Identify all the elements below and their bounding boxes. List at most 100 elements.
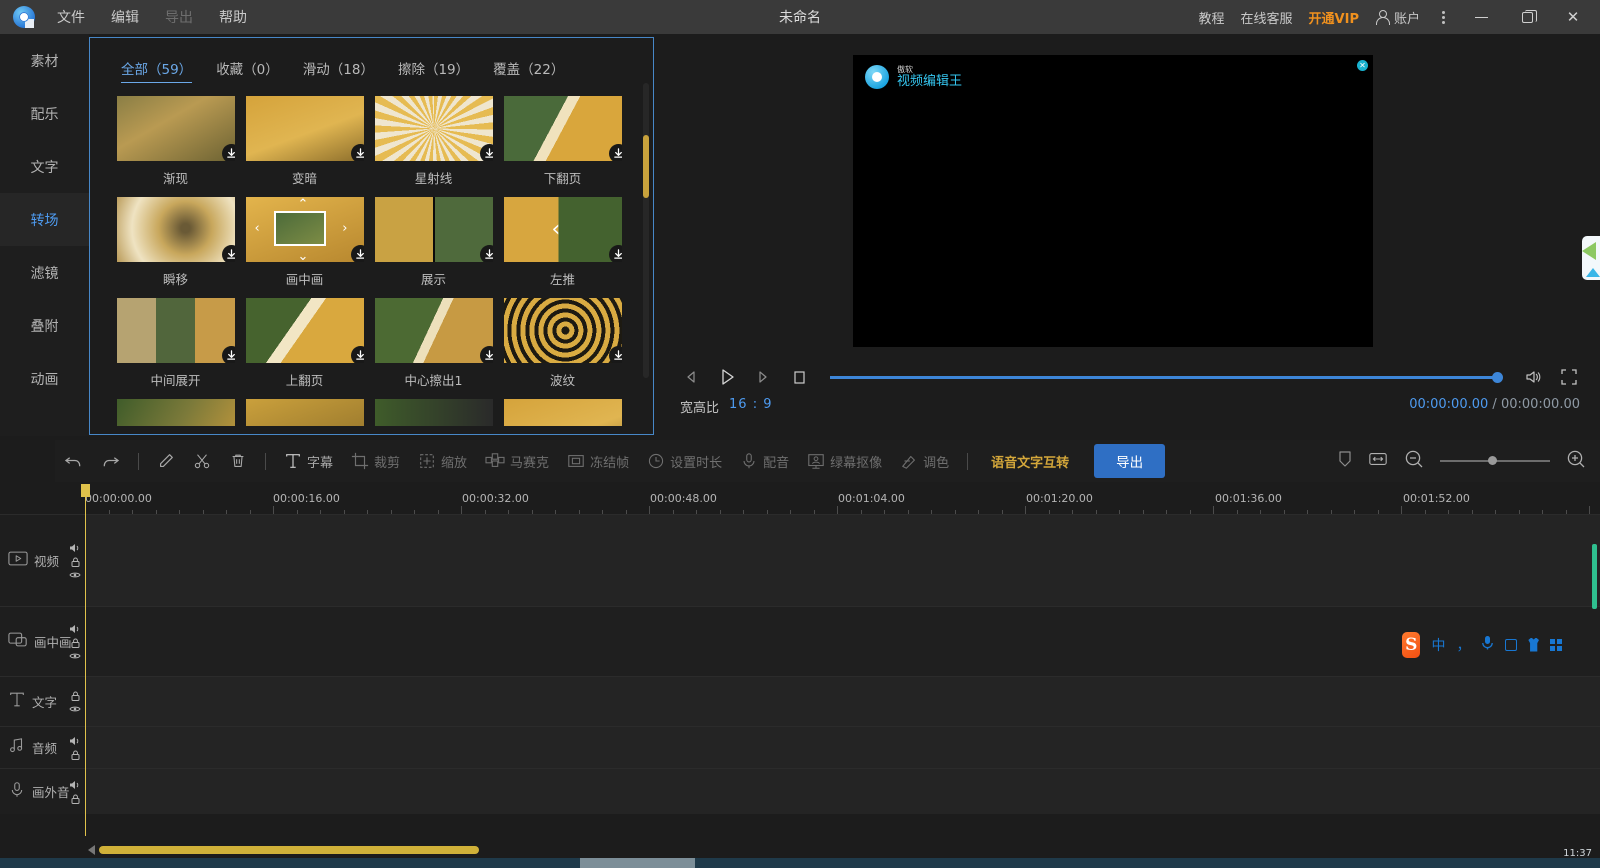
transition-thumbnail[interactable]: ⌃ ⌄ ‹ ›	[245, 197, 364, 262]
seek-handle[interactable]	[1492, 371, 1503, 383]
tool-crop[interactable]: 裁剪	[351, 452, 400, 471]
transition-item[interactable]: 渐现	[111, 96, 240, 187]
zoom-slider-handle[interactable]	[1488, 456, 1497, 465]
transition-item[interactable]: ‹ 左推	[498, 197, 627, 288]
download-icon[interactable]	[221, 245, 235, 262]
menu-item-edit[interactable]: 编辑	[111, 7, 139, 27]
transition-thumbnail[interactable]	[374, 197, 493, 262]
minimize-button[interactable]	[1466, 4, 1496, 30]
track-content[interactable]	[85, 515, 1600, 606]
lock-icon[interactable]	[70, 637, 81, 648]
download-icon[interactable]	[221, 346, 235, 363]
transition-thumbnail[interactable]: ‹	[503, 197, 622, 262]
transition-item[interactable]: 星射线	[369, 96, 498, 187]
mic-icon[interactable]	[1481, 635, 1494, 654]
fullscreen-icon[interactable]	[1558, 366, 1580, 388]
play-button[interactable]	[716, 366, 738, 388]
redo-button[interactable]	[101, 452, 120, 471]
more-icon[interactable]	[1550, 638, 1562, 651]
undo-button[interactable]	[64, 452, 83, 471]
tool-duration[interactable]: 设置时长	[647, 452, 722, 471]
aspect-ratio-value[interactable]: 16 : 9	[729, 397, 772, 416]
transition-item[interactable]: 展示	[369, 197, 498, 288]
vip-link[interactable]: 开通VIP	[1309, 8, 1359, 27]
transition-thumbnail[interactable]	[245, 298, 364, 363]
scrollbar-thumb[interactable]	[643, 135, 649, 198]
track-audio[interactable]: 音频	[0, 726, 1600, 768]
speaker-icon[interactable]	[69, 779, 81, 790]
more-options-icon[interactable]	[1436, 10, 1450, 24]
tool-voiceover[interactable]: 配音	[740, 452, 789, 471]
download-icon[interactable]	[608, 245, 622, 262]
sidebar-item-media[interactable]: 素材	[0, 34, 89, 87]
tool-color[interactable]: 调色	[900, 452, 949, 471]
timeline-hscrollbar[interactable]	[88, 844, 1578, 855]
lock-icon[interactable]	[70, 793, 81, 804]
transition-item[interactable]: 中间展开	[111, 298, 240, 389]
speaker-icon[interactable]	[69, 623, 81, 634]
volume-icon[interactable]	[1522, 366, 1544, 388]
tab-slide[interactable]: 滑动（18）	[303, 58, 374, 83]
transition-thumbnail[interactable]	[116, 197, 235, 262]
tool-mosaic[interactable]: 马赛克	[485, 452, 549, 471]
sogou-logo-icon[interactable]: S	[1402, 631, 1421, 658]
sidebar-item-overlay[interactable]: 叠附	[0, 299, 89, 352]
lock-icon[interactable]	[70, 749, 81, 760]
next-frame-button[interactable]	[752, 366, 774, 388]
seek-slider[interactable]	[830, 371, 1503, 383]
eye-icon[interactable]	[69, 651, 81, 660]
tool-freeze-frame[interactable]: 冻结帧	[567, 452, 629, 471]
download-icon[interactable]	[350, 346, 364, 363]
video-preview[interactable]: 傲软 视频编辑王 ✕	[853, 55, 1373, 347]
transition-item[interactable]	[498, 399, 627, 426]
transition-item[interactable]: 瞬移	[111, 197, 240, 288]
transition-thumbnail[interactable]	[503, 298, 622, 363]
download-icon[interactable]	[479, 144, 493, 161]
tab-cover[interactable]: 覆盖（22）	[493, 58, 564, 83]
keyboard-icon[interactable]	[1505, 638, 1518, 651]
track-content[interactable]	[85, 769, 1600, 814]
prev-frame-button[interactable]	[680, 366, 702, 388]
ime-punctuation[interactable]: ，	[1456, 635, 1470, 655]
transition-thumbnail[interactable]	[245, 96, 364, 161]
menu-item-help[interactable]: 帮助	[219, 7, 247, 27]
taskbar-active-window[interactable]	[580, 858, 695, 868]
close-button[interactable]: ✕	[1558, 4, 1588, 30]
support-link[interactable]: 在线客服	[1241, 8, 1293, 27]
playhead-handle[interactable]	[81, 484, 90, 497]
eye-icon[interactable]	[69, 570, 81, 579]
track-content[interactable]	[85, 607, 1600, 676]
shirt-icon[interactable]	[1528, 637, 1539, 652]
zoom-out-icon[interactable]	[1404, 449, 1424, 473]
sidebar-item-transition[interactable]: 转场	[0, 193, 89, 246]
transition-thumbnail[interactable]	[374, 298, 493, 363]
stop-button[interactable]	[788, 366, 810, 388]
lock-icon[interactable]	[70, 690, 81, 701]
download-icon[interactable]	[350, 245, 364, 262]
download-icon[interactable]	[479, 245, 493, 262]
tool-subtitle[interactable]: 字幕	[284, 452, 333, 471]
delete-button[interactable]	[229, 452, 247, 470]
transition-item[interactable]: 下翻页	[498, 96, 627, 187]
ime-mode-chinese[interactable]: 中	[1431, 635, 1445, 655]
tab-all[interactable]: 全部（59）	[121, 58, 193, 83]
sidebar-item-text[interactable]: 文字	[0, 140, 89, 193]
track-video[interactable]: 视频	[0, 514, 1600, 606]
tutorial-link[interactable]: 教程	[1199, 8, 1225, 27]
track-text[interactable]: 文字	[0, 676, 1600, 726]
export-button[interactable]: 导出	[1094, 444, 1166, 478]
tab-favorites[interactable]: 收藏（0）	[216, 58, 279, 83]
transition-thumbnail[interactable]	[503, 399, 622, 426]
speaker-icon[interactable]	[69, 542, 81, 553]
transition-thumbnail[interactable]	[116, 298, 235, 363]
tool-scale[interactable]: 缩放	[418, 452, 467, 471]
sidebar-item-animation[interactable]: 动画	[0, 352, 89, 405]
lock-icon[interactable]	[70, 556, 81, 567]
track-content[interactable]	[85, 727, 1600, 768]
download-icon[interactable]	[608, 346, 622, 363]
transition-thumbnail[interactable]	[374, 96, 493, 161]
eye-icon[interactable]	[69, 704, 81, 713]
track-content[interactable]	[85, 677, 1600, 726]
menu-item-file[interactable]: 文件	[57, 7, 85, 27]
transition-thumbnail[interactable]	[116, 96, 235, 161]
